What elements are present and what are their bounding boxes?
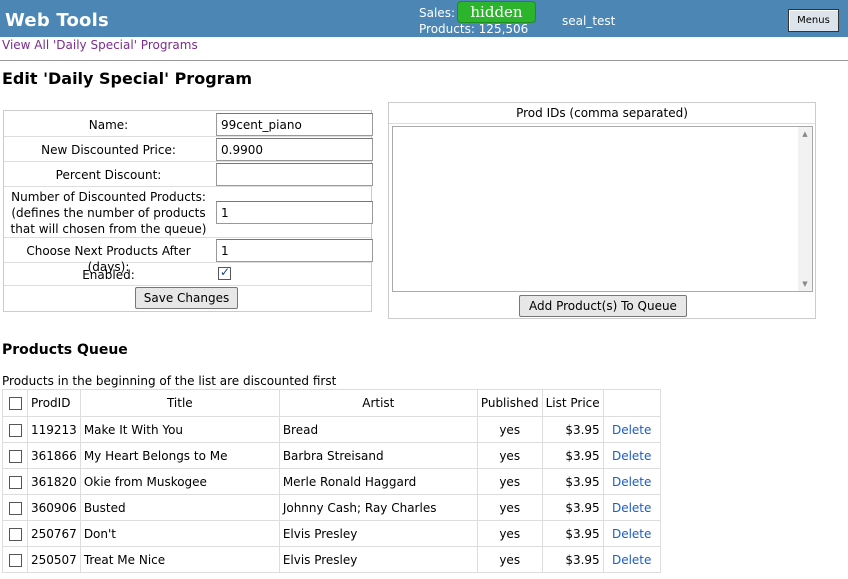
program-form: Name: New Discounted Price: Percent Disc… <box>3 110 373 312</box>
table-row: 250507 Treat Me Nice Elvis Presley yes $… <box>2 546 661 573</box>
queue-note: Products in the beginning of the list ar… <box>2 374 337 388</box>
col-list-price: List Price <box>541 389 604 417</box>
table-row: 361820 Okie from Muskogee Merle Ronald H… <box>2 468 661 495</box>
row-price: $3.95 <box>541 468 604 495</box>
row-checkbox[interactable] <box>8 501 22 515</box>
row-checkbox[interactable] <box>8 475 22 489</box>
enabled-checkbox[interactable] <box>218 265 231 280</box>
row-price: $3.95 <box>541 442 604 469</box>
row-artist: Barbra Streisand <box>278 442 478 469</box>
days-field[interactable] <box>216 239 373 262</box>
row-delete-link[interactable]: Delete <box>612 527 651 541</box>
prod-ids-panel: Prod IDs (comma separated) ▲ ▼ Add Produ… <box>388 102 816 319</box>
prod-ids-textarea[interactable]: ▲ ▼ <box>392 126 813 292</box>
form-row-percent: Percent Discount: <box>4 162 373 187</box>
row-title: Busted <box>79 494 280 521</box>
row-checkbox[interactable] <box>8 449 22 463</box>
sales-hidden-badge[interactable]: hidden <box>457 1 536 23</box>
page-title: Edit 'Daily Special' Program <box>2 69 252 88</box>
percent-label: Percent Discount: <box>55 168 162 182</box>
col-title: Title <box>79 389 280 417</box>
row-artist: Elvis Presley <box>278 546 478 573</box>
form-row-price: New Discounted Price: <box>4 137 373 162</box>
num-products-label-1: Number of Discounted Products: <box>11 190 206 204</box>
save-changes-button[interactable]: Save Changes <box>135 287 238 309</box>
table-row: 250767 Don't Elvis Presley yes $3.95 Del… <box>2 520 661 547</box>
menus-button[interactable]: Menus <box>788 9 839 32</box>
row-title: Don't <box>79 520 280 547</box>
products-count: Products: 125,506 <box>419 22 529 36</box>
add-to-queue-button[interactable]: Add Product(s) To Queue <box>519 295 687 317</box>
row-published: yes <box>476 416 543 443</box>
row-title: Okie from Muskogee <box>79 468 280 495</box>
form-row-name: Name: <box>4 111 373 137</box>
row-price: $3.95 <box>541 546 604 573</box>
scroll-down-icon[interactable]: ▼ <box>798 277 812 291</box>
row-checkbox[interactable] <box>8 527 22 541</box>
num-products-field[interactable] <box>216 201 373 224</box>
name-field[interactable] <box>216 113 373 136</box>
row-delete-link[interactable]: Delete <box>612 449 651 463</box>
col-artist: Artist <box>278 389 478 417</box>
row-published: yes <box>476 442 543 469</box>
row-artist: Merle Ronald Haggard <box>278 468 478 495</box>
row-artist: Bread <box>278 416 478 443</box>
row-prodid: 361820 <box>27 468 81 495</box>
row-prodid: 250767 <box>27 520 81 547</box>
form-row-days: Choose Next Products After (days): <box>4 238 373 274</box>
row-prodid: 119213 <box>27 416 81 443</box>
row-published: yes <box>476 520 543 547</box>
queue-title: Products Queue <box>2 342 128 358</box>
col-delete <box>602 389 661 417</box>
col-prodid: ProdID <box>27 389 81 417</box>
num-products-label-2: (defines the number of products <box>11 206 206 220</box>
textarea-scrollbar[interactable]: ▲ ▼ <box>798 127 812 291</box>
divider <box>0 60 848 61</box>
sales-label: Sales: <box>419 6 455 20</box>
row-published: yes <box>476 494 543 521</box>
form-row-num-products: Number of Discounted Products: (defines … <box>4 187 373 238</box>
top-bar: Web Tools Sales: hidden Products: 125,50… <box>0 0 848 37</box>
percent-field[interactable] <box>216 163 373 186</box>
row-delete-link[interactable]: Delete <box>612 475 651 489</box>
table-row: 360906 Busted Johnny Cash; Ray Charles y… <box>2 494 661 521</box>
row-title: Treat Me Nice <box>79 546 280 573</box>
col-published: Published <box>476 389 543 417</box>
prod-ids-heading: Prod IDs (comma separated) <box>389 103 815 124</box>
row-checkbox[interactable] <box>8 423 22 437</box>
row-artist: Elvis Presley <box>278 520 478 547</box>
row-title: Make It With You <box>79 416 280 443</box>
row-prodid: 250507 <box>27 546 81 573</box>
table-header-row: ProdID Title Artist Published List Price <box>2 389 661 417</box>
row-price: $3.95 <box>541 520 604 547</box>
enabled-label: Enabled: <box>82 268 135 282</box>
price-label: New Discounted Price: <box>41 143 176 157</box>
row-artist: Johnny Cash; Ray Charles <box>278 494 478 521</box>
row-delete-link[interactable]: Delete <box>612 423 651 437</box>
table-row: 119213 Make It With You Bread yes $3.95 … <box>2 416 661 443</box>
app-title[interactable]: Web Tools <box>5 10 109 31</box>
row-delete-link[interactable]: Delete <box>612 553 651 567</box>
user-name: seal_test <box>562 14 616 28</box>
row-checkbox[interactable] <box>8 553 22 567</box>
scroll-up-icon[interactable]: ▲ <box>798 127 812 141</box>
name-label: Name: <box>88 118 129 132</box>
price-field[interactable] <box>216 138 373 161</box>
select-all-cell <box>2 389 28 417</box>
row-prodid: 361866 <box>27 442 81 469</box>
row-published: yes <box>476 468 543 495</box>
num-products-label-3: that will chosen from the queue) <box>10 222 207 236</box>
row-delete-link[interactable]: Delete <box>612 501 651 515</box>
row-published: yes <box>476 546 543 573</box>
row-title: My Heart Belongs to Me <box>79 442 280 469</box>
select-all-checkbox[interactable] <box>8 397 22 410</box>
form-row-enabled: Enabled: <box>4 263 371 286</box>
products-queue-table: ProdID Title Artist Published List Price… <box>2 389 661 573</box>
back-to-programs-link[interactable]: View All 'Daily Special' Programs <box>2 38 198 52</box>
row-price: $3.95 <box>541 416 604 443</box>
table-row: 361866 My Heart Belongs to Me Barbra Str… <box>2 442 661 469</box>
row-prodid: 360906 <box>27 494 81 521</box>
row-price: $3.95 <box>541 494 604 521</box>
